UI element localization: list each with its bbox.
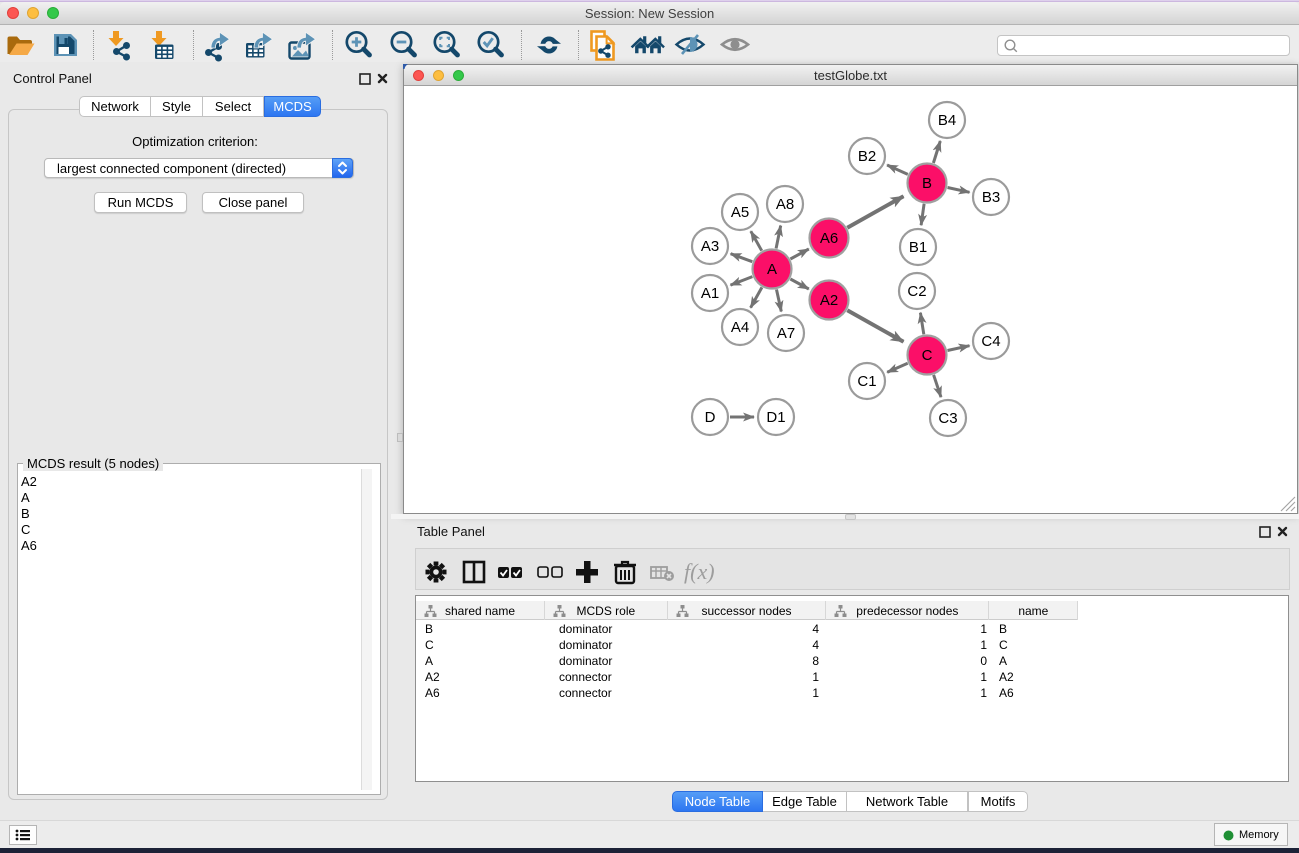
svg-text:A6: A6 bbox=[820, 230, 838, 247]
svg-text:A4: A4 bbox=[731, 319, 749, 336]
svg-text:B: B bbox=[922, 175, 932, 192]
svg-text:C: C bbox=[922, 347, 933, 364]
svg-text:C3: C3 bbox=[938, 410, 957, 427]
svg-text:C4: C4 bbox=[981, 333, 1000, 350]
svg-text:D: D bbox=[705, 409, 716, 426]
svg-text:B3: B3 bbox=[982, 189, 1000, 206]
svg-text:D1: D1 bbox=[766, 409, 785, 426]
svg-text:B4: B4 bbox=[938, 112, 956, 129]
svg-text:A: A bbox=[767, 261, 777, 278]
svg-text:C1: C1 bbox=[857, 373, 876, 390]
svg-text:B2: B2 bbox=[858, 148, 876, 165]
svg-text:B1: B1 bbox=[909, 239, 927, 256]
svg-text:A3: A3 bbox=[701, 238, 719, 255]
svg-text:A8: A8 bbox=[776, 196, 794, 213]
svg-text:C2: C2 bbox=[907, 283, 926, 300]
svg-text:A1: A1 bbox=[701, 285, 719, 302]
svg-text:A7: A7 bbox=[777, 325, 795, 342]
svg-text:A2: A2 bbox=[820, 292, 838, 309]
svg-text:A5: A5 bbox=[731, 204, 749, 221]
